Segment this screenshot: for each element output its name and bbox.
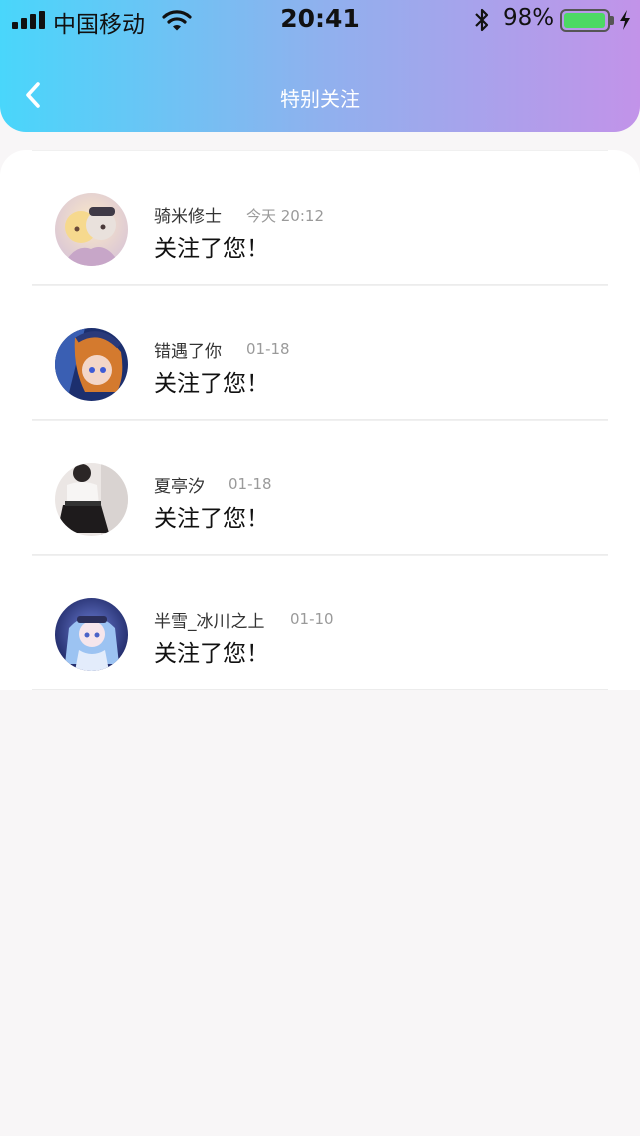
notification-list: 骑米修士 今天 20:12 关注了您！ 错遇了你 01-18 关注了您！ 夏亭汐… [0,150,640,690]
avatar [55,193,128,266]
list-item[interactable]: 错遇了你 01-18 关注了您！ [0,285,640,420]
nav-bar: 特别关注 [0,60,640,132]
user-name: 夏亭汐 [154,477,205,497]
status-bar: 中国移动 20:41 98% [0,0,640,40]
battery-percent: 98% [503,5,555,31]
avatar [55,598,128,671]
page-title: 特别关注 [280,87,360,111]
avatar [55,463,128,536]
user-name: 骑米修士 [154,207,222,227]
notification-message: 关注了您！ [154,371,269,397]
notification-message: 关注了您！ [154,506,269,532]
header: 中国移动 20:41 98% 特别关注 [0,0,640,132]
user-name: 半雪_冰川之上 [154,612,265,632]
user-name: 错遇了你 [154,342,222,362]
list-item[interactable]: 半雪_冰川之上 01-10 关注了您！ [0,555,640,690]
battery-icon [560,9,610,32]
bluetooth-icon [475,8,489,32]
timestamp: 01-10 [290,610,334,628]
list-item[interactable]: 骑米修士 今天 20:12 关注了您！ [0,150,640,285]
battery-tip [610,16,614,25]
charging-icon [620,10,630,30]
list-item[interactable]: 夏亭汐 01-18 关注了您！ [0,420,640,555]
timestamp: 01-18 [228,475,272,493]
avatar [55,328,128,401]
timestamp: 01-18 [246,340,290,358]
timestamp: 今天 20:12 [246,207,324,225]
notification-message: 关注了您！ [154,236,269,262]
notification-message: 关注了您！ [154,641,269,667]
